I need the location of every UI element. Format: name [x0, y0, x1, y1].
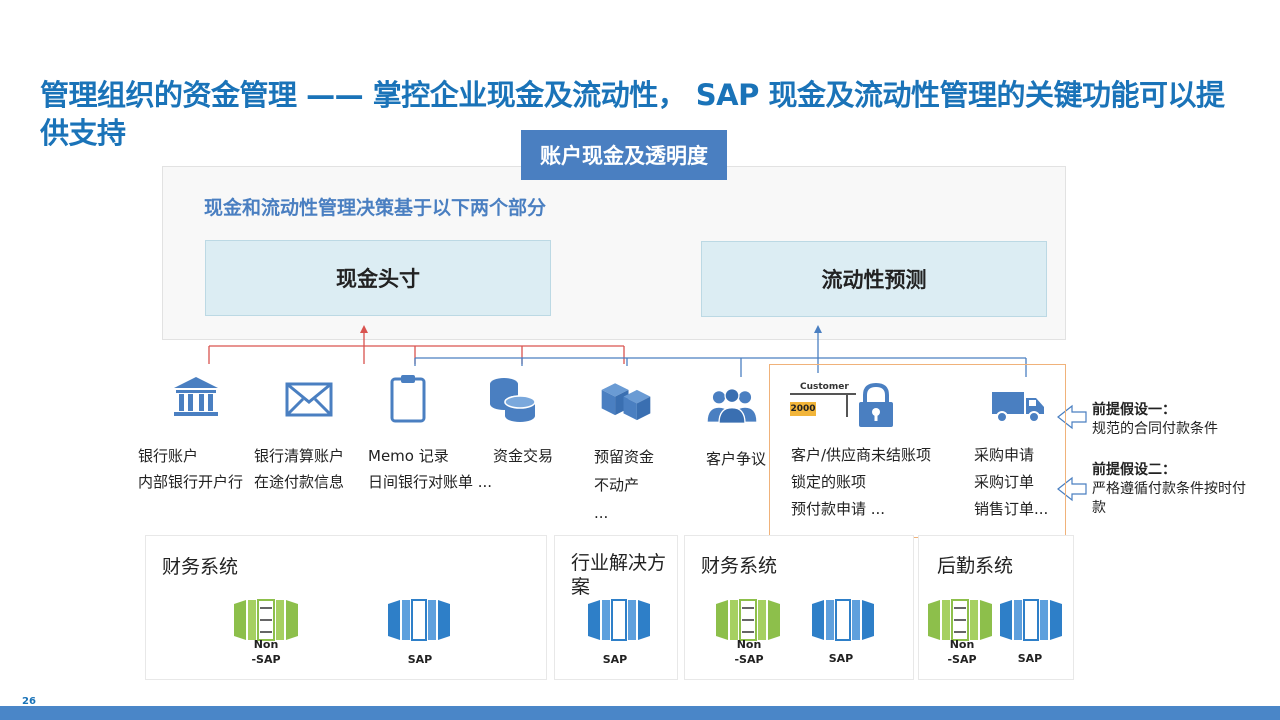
customer-card: Customer 2000 [790, 382, 858, 418]
system-name: 行业解决方案 [571, 552, 667, 598]
server-label: SAP [1017, 652, 1043, 665]
source-label: 在途付款信息 [254, 473, 345, 491]
server-label-line: -SAP [734, 653, 764, 666]
boxes-icon [601, 383, 651, 421]
customer-card-value: 2000 [790, 402, 816, 416]
server-label-line: -SAP [251, 653, 281, 666]
system-name: 财务系统 [162, 556, 239, 578]
non-sap-server-icon [716, 599, 780, 641]
clipboard-icon [390, 375, 426, 423]
customer-card-label: Customer [800, 382, 849, 392]
envelope-icon [285, 382, 333, 417]
system-finance-1: 财务系统 [145, 535, 547, 680]
source-label: 预付款申请 ... [791, 500, 886, 518]
server-label-line: Non [253, 638, 279, 651]
source-label: 锁定的账项 [791, 473, 867, 491]
bank-icon [174, 377, 218, 416]
lock-icon [859, 382, 893, 427]
source-label: 采购申请 [974, 446, 1035, 464]
source-label: 银行账户 [138, 447, 199, 465]
source-open-items: 客户/供应商未结账项 锁定的账项 预付款申请 ... [791, 442, 931, 523]
premise-title: 前提假设二： [1092, 462, 1176, 478]
server-label-line: -SAP [947, 653, 977, 666]
source-clearing: 银行清算账户 在途付款信息 [254, 443, 344, 495]
source-label: 银行清算账户 [254, 447, 345, 465]
source-label: 客户/供应商未结账项 [791, 446, 932, 464]
source-label: 销售订单... [974, 500, 1049, 518]
system-name: 财务系统 [701, 555, 778, 577]
premise-text: 严格遵循付款条件按时付款 [1092, 481, 1246, 516]
premise-two: 前提假设二： 严格遵循付款条件按时付款 [1092, 461, 1252, 518]
non-sap-server-icon [928, 599, 992, 641]
server-label: Non -SAP [246, 637, 286, 667]
source-label: 预留资金 [594, 448, 655, 466]
premise-one: 前提假设一： 规范的合同付款条件 [1092, 401, 1262, 439]
source-memo: Memo 记录 日间银行对账单 ... [368, 443, 492, 495]
source-label: Memo 记录 [368, 447, 449, 465]
source-label: 资金交易 [493, 447, 554, 465]
source-bank: 银行账户 内部银行开户行 [138, 443, 243, 495]
source-label: 不动产 [594, 476, 640, 494]
server-label: Non -SAP [942, 637, 982, 667]
premise-title: 前提假设一： [1092, 402, 1176, 418]
source-purchasing: 采购申请 采购订单 销售订单... [974, 442, 1048, 523]
system-name: 后勤系统 [937, 555, 1014, 577]
coins-icon [490, 378, 536, 422]
source-trading: 资金交易 [493, 443, 553, 469]
server-label: SAP [407, 653, 433, 666]
premise-text: 规范的合同付款条件 [1092, 421, 1218, 437]
source-label: 客户争议 [706, 450, 767, 468]
server-label: Non -SAP [729, 637, 769, 667]
red-connectors [208, 330, 625, 364]
source-reserved: 预留资金 不动产 ... [594, 443, 654, 527]
footer-bar [0, 706, 1280, 720]
server-label: SAP [828, 652, 854, 665]
truck-icon [992, 392, 1044, 423]
red-arrowhead [360, 325, 368, 333]
sap-server-icon [1000, 599, 1062, 641]
blue-arrowhead [814, 325, 822, 333]
source-dispute: 客户争议 [706, 446, 766, 472]
sap-server-icon [388, 599, 450, 641]
server-label: SAP [602, 653, 628, 666]
source-label: 内部银行开户行 [138, 473, 244, 491]
non-sap-server-icon [234, 599, 298, 641]
sap-server-icon [588, 599, 650, 641]
server-label-line: Non [949, 638, 975, 651]
server-label-line: Non [736, 638, 762, 651]
source-label: ... [594, 504, 609, 522]
source-label: 日间银行对账单 ... [368, 473, 493, 491]
users-icon [707, 388, 757, 424]
sap-server-icon [812, 599, 874, 641]
source-label: 采购订单 [974, 473, 1035, 491]
